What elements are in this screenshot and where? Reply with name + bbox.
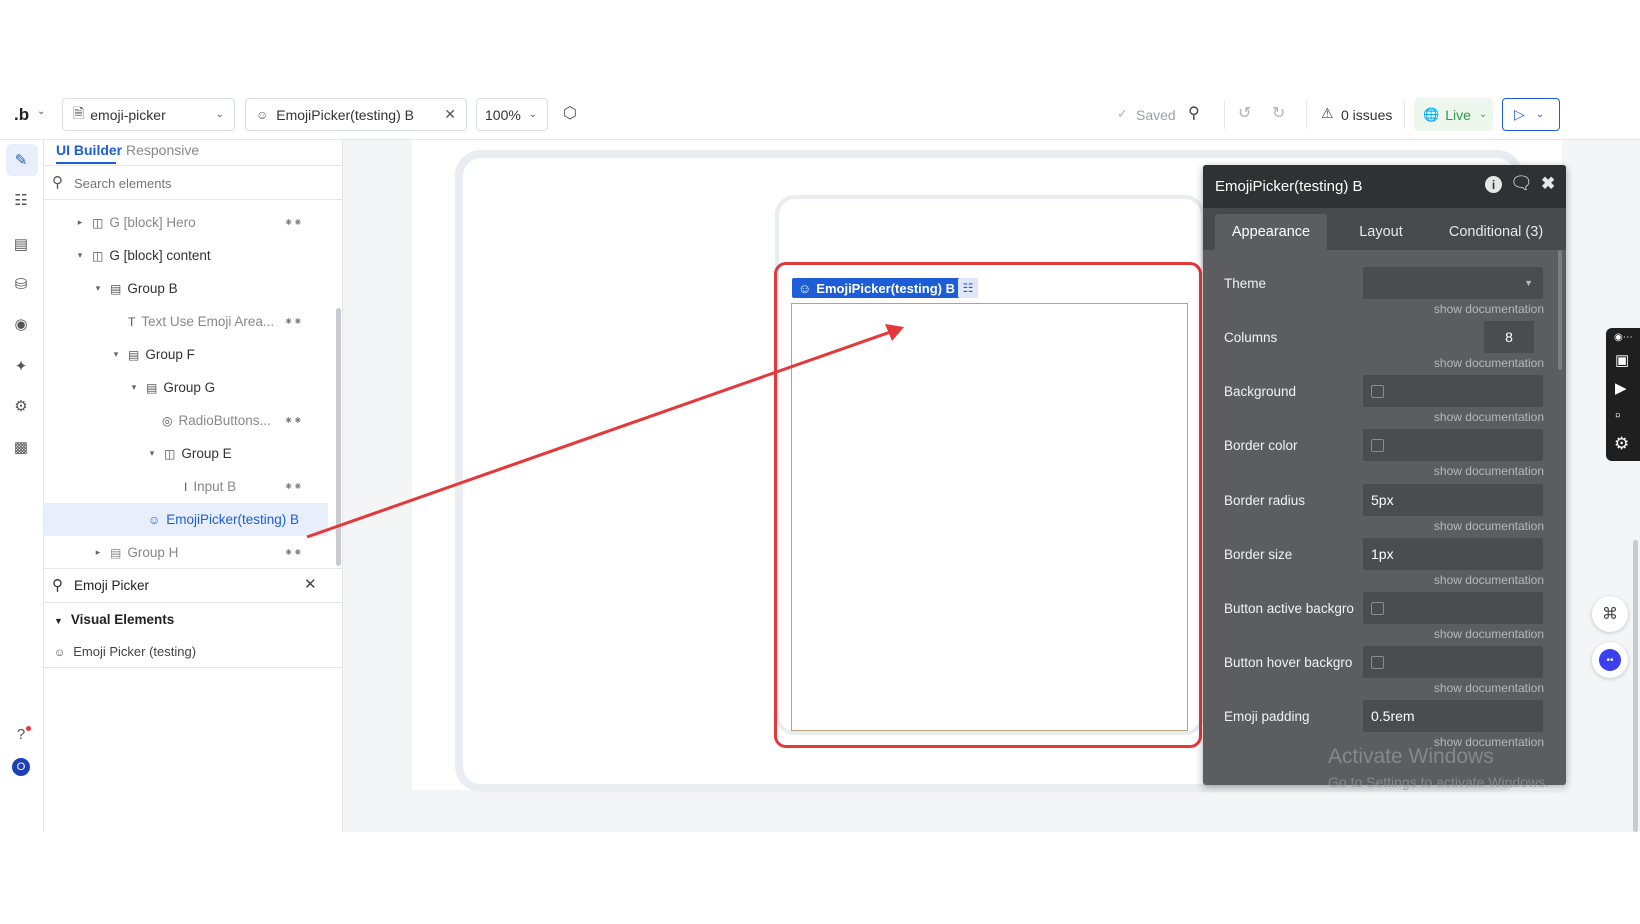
tab-appearance[interactable]: Appearance [1215,214,1327,250]
prop-label-button-active-background: Button active backgro [1224,601,1354,616]
assistant-face: •• [1599,649,1621,671]
activation-watermark-subtitle: Go to Settings to activate Windows. [1328,774,1549,790]
prop-label-background: Background [1224,384,1297,399]
prop-label-emoji-padding: Emoji padding [1224,709,1310,724]
show-documentation-link[interactable]: show documentation [1428,681,1544,695]
show-documentation-link[interactable]: show documentation [1428,464,1544,478]
show-documentation-link[interactable]: show documentation [1428,356,1544,370]
comment-icon[interactable]: 🗨 [1510,173,1533,194]
show-documentation-link[interactable]: show documentation [1428,302,1544,316]
color-swatch [1371,384,1384,398]
background-color-picker[interactable] [1363,375,1543,407]
tab-layout[interactable]: Layout [1341,214,1421,250]
columns-wrapper: 8 [1484,321,1543,353]
logo-icon[interactable]: ◉⋯ [1614,332,1633,343]
recorder-toolbar: ◉⋯ ▣ ▶ ▫ ⚙ [1606,328,1640,461]
tab-conditional[interactable]: Conditional (3) [1431,214,1561,250]
show-documentation-link[interactable]: show documentation [1428,410,1544,424]
button-hover-color-picker[interactable] [1363,646,1543,678]
color-swatch [1371,655,1384,669]
color-swatch [1371,601,1384,615]
canvas-scrollbar[interactable] [1633,540,1638,832]
border-size-input[interactable]: 1px [1363,538,1543,570]
columns-input[interactable]: 8 [1484,321,1534,353]
info-icon[interactable]: i [1485,176,1502,193]
settings-icon[interactable]: ⚙ [1614,434,1629,454]
editor-header[interactable]: EmojiPicker(testing) B i 🗨 ✖ [1203,165,1566,208]
prop-label-theme: Theme [1224,276,1267,291]
show-documentation-link[interactable]: show documentation [1428,519,1544,533]
show-documentation-link[interactable]: show documentation [1428,627,1544,641]
property-editor: EmojiPicker(testing) B i 🗨 ✖ Appearance … [1203,165,1566,785]
emoji-padding-input[interactable]: 0.5rem [1363,700,1543,732]
editor-scrollbar[interactable] [1558,250,1562,370]
chevron-down-icon: ▼ [1524,278,1533,288]
assistant-icon[interactable]: •• [1592,642,1628,678]
command-icon[interactable]: ⌘ [1592,596,1628,632]
border-radius-input[interactable]: 5px [1363,484,1543,516]
camera-icon[interactable]: ▣ [1615,351,1629,369]
activation-watermark-title: Activate Windows [1328,745,1494,768]
editor-title: EmojiPicker(testing) B [1215,178,1363,195]
prop-label-border-radius: Border radius [1224,493,1306,508]
video-icon[interactable]: ▶ [1615,379,1627,397]
color-swatch [1371,438,1384,452]
close-icon[interactable]: ✖ [1541,174,1555,194]
button-active-color-picker[interactable] [1363,592,1543,624]
border-color-picker[interactable] [1363,429,1543,461]
prop-label-button-hover-background: Button hover backgro [1224,655,1353,670]
window-icon[interactable]: ▫ [1615,407,1620,424]
prop-label-columns: Columns [1224,330,1278,345]
prop-label-border-color: Border color [1224,438,1298,453]
editor-tabs: Appearance Layout Conditional (3) [1203,208,1566,250]
show-documentation-link[interactable]: show documentation [1428,573,1544,587]
prop-label-border-size: Border size [1224,547,1293,562]
theme-dropdown[interactable]: ▼ [1363,267,1543,299]
